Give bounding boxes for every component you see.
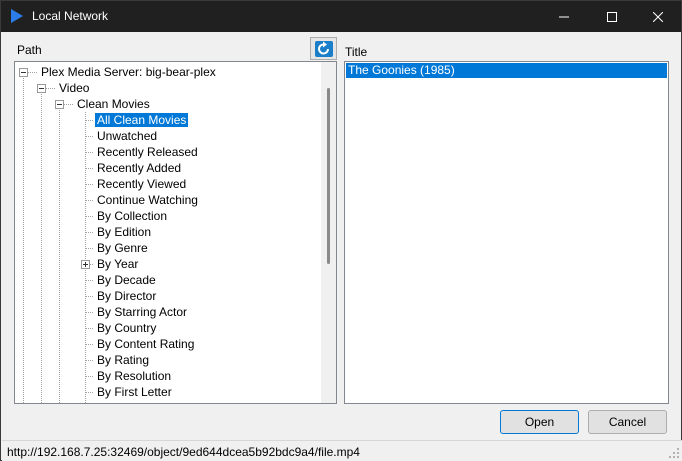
tree-guide-line — [85, 280, 93, 281]
tree-guide-line — [85, 296, 93, 297]
refresh-icon — [314, 40, 333, 57]
tree-item[interactable]: Recently Viewed — [95, 176, 188, 192]
open-button[interactable]: Open — [500, 410, 579, 434]
tree-item-label: Recently Released — [97, 145, 198, 159]
tree-item[interactable]: By Decade — [95, 272, 158, 288]
scrollbar-thumb[interactable] — [327, 88, 330, 264]
refresh-button[interactable] — [310, 37, 337, 60]
title-list[interactable]: The Goonies (1985) — [344, 61, 669, 404]
tree-item[interactable]: Continue Watching — [95, 192, 200, 208]
tree-item-label: Recently Viewed — [97, 177, 187, 191]
tree-guide-line — [85, 232, 93, 233]
tree-guide-line — [85, 120, 93, 121]
tree-guide-line — [85, 328, 93, 329]
tree-item-label: By Year — [97, 257, 139, 271]
tree-item[interactable]: All Clean Movies — [95, 112, 189, 128]
tree-item-label: By First Letter — [97, 385, 172, 399]
tree-item[interactable]: By Country — [95, 320, 158, 336]
tree-item-label: All Clean Movies — [95, 113, 189, 127]
tree-guide-line — [85, 184, 93, 185]
tree-item[interactable]: Unwatched — [95, 128, 159, 144]
tree-guide-line — [85, 376, 93, 377]
tree-guide-line — [85, 360, 93, 361]
tree-guide-line — [85, 344, 93, 345]
tree-item-label: By Decade — [97, 273, 156, 287]
tree-item[interactable]: Plex Media Server: big-bear-plex — [39, 64, 218, 80]
tree-canvas: Plex Media Server: big-bear-plex Video Cle… — [15, 62, 320, 403]
path-label: Path — [17, 43, 42, 57]
status-url: http://192.168.7.25:32469/object/9ed644d… — [7, 445, 360, 459]
tree-guide-line — [41, 88, 42, 403]
collapse-minus-icon[interactable] — [19, 68, 28, 77]
tree-item-label: Clean Movies — [77, 97, 150, 111]
tree-item-label: By Edition — [97, 225, 152, 239]
tree-guide-line — [85, 312, 93, 313]
play-icon — [11, 9, 23, 23]
maximize-button[interactable] — [589, 1, 635, 32]
title-label: Title — [345, 45, 368, 59]
path-tree[interactable]: Plex Media Server: big-bear-plex Video Cle… — [14, 61, 337, 404]
tree-guide-line — [85, 248, 93, 249]
tree-guide-line — [85, 168, 93, 169]
tree-item-label: By Rating — [97, 353, 150, 367]
title-bar[interactable]: Local Network — [1, 1, 681, 32]
tree-item-label: By Starring Actor — [97, 305, 188, 319]
tree-guide-line — [85, 200, 93, 201]
tree-item-label: Video — [59, 81, 90, 95]
close-button[interactable] — [635, 1, 681, 32]
tree-item-label: By Genre — [97, 241, 148, 255]
tree-item-label: By Director — [97, 289, 157, 303]
tree-item[interactable]: By Year — [95, 256, 140, 272]
cancel-button[interactable]: Cancel — [588, 410, 667, 434]
tree-guide-line — [85, 392, 93, 393]
tree-item[interactable]: By First Letter — [95, 384, 174, 400]
tree-item[interactable]: By Resolution — [95, 368, 173, 384]
tree-item[interactable]: By Rating — [95, 352, 151, 368]
tree-item[interactable]: Clean Movies — [75, 96, 152, 112]
tree-item-label: Recently Added — [97, 161, 182, 175]
tree-vertical-scrollbar[interactable] — [321, 62, 336, 403]
tree-item-label: By Resolution — [97, 369, 172, 383]
tree-item[interactable]: By Collection — [95, 208, 169, 224]
maximize-icon — [607, 11, 617, 22]
minimize-icon — [559, 16, 569, 17]
expand-plus-icon[interactable] — [81, 260, 90, 269]
window-title: Local Network — [32, 9, 109, 23]
tree-item[interactable]: By Director — [95, 288, 158, 304]
tree-item[interactable]: Recently Released — [95, 144, 200, 160]
tree-guide-line — [85, 152, 93, 153]
tree-item[interactable]: By Starring Actor — [95, 304, 189, 320]
tree-item[interactable]: By Edition — [95, 224, 153, 240]
tree-guide-line — [59, 104, 60, 403]
tree-item[interactable]: Video — [57, 80, 91, 96]
dialog-window: Local Network Path Plex Media Server: bi… — [0, 0, 682, 461]
close-icon — [653, 11, 663, 22]
tree-guide-line — [85, 136, 93, 137]
status-bar: http://192.168.7.25:32469/object/9ed644d… — [2, 440, 682, 461]
tree-item[interactable]: By Genre — [95, 240, 150, 256]
minimize-button[interactable] — [541, 1, 587, 32]
collapse-minus-icon[interactable] — [55, 100, 64, 109]
title-list-item[interactable]: The Goonies (1985) — [346, 63, 667, 78]
collapse-minus-icon[interactable] — [37, 84, 46, 93]
tree-guide-line — [23, 72, 24, 403]
tree-item-label: By Country — [97, 321, 157, 335]
tree-item-label: Plex Media Server: big-bear-plex — [41, 65, 216, 79]
tree-item-label: Unwatched — [97, 129, 158, 143]
tree-item-label: By Collection — [97, 209, 168, 223]
tree-item-label: Continue Watching — [97, 193, 198, 207]
resize-grip-icon[interactable] — [668, 447, 680, 459]
tree-item-label: By Content Rating — [97, 337, 195, 351]
tree-item[interactable]: By Content Rating — [95, 336, 196, 352]
tree-guide-line — [85, 216, 93, 217]
tree-item[interactable]: Recently Added — [95, 160, 183, 176]
